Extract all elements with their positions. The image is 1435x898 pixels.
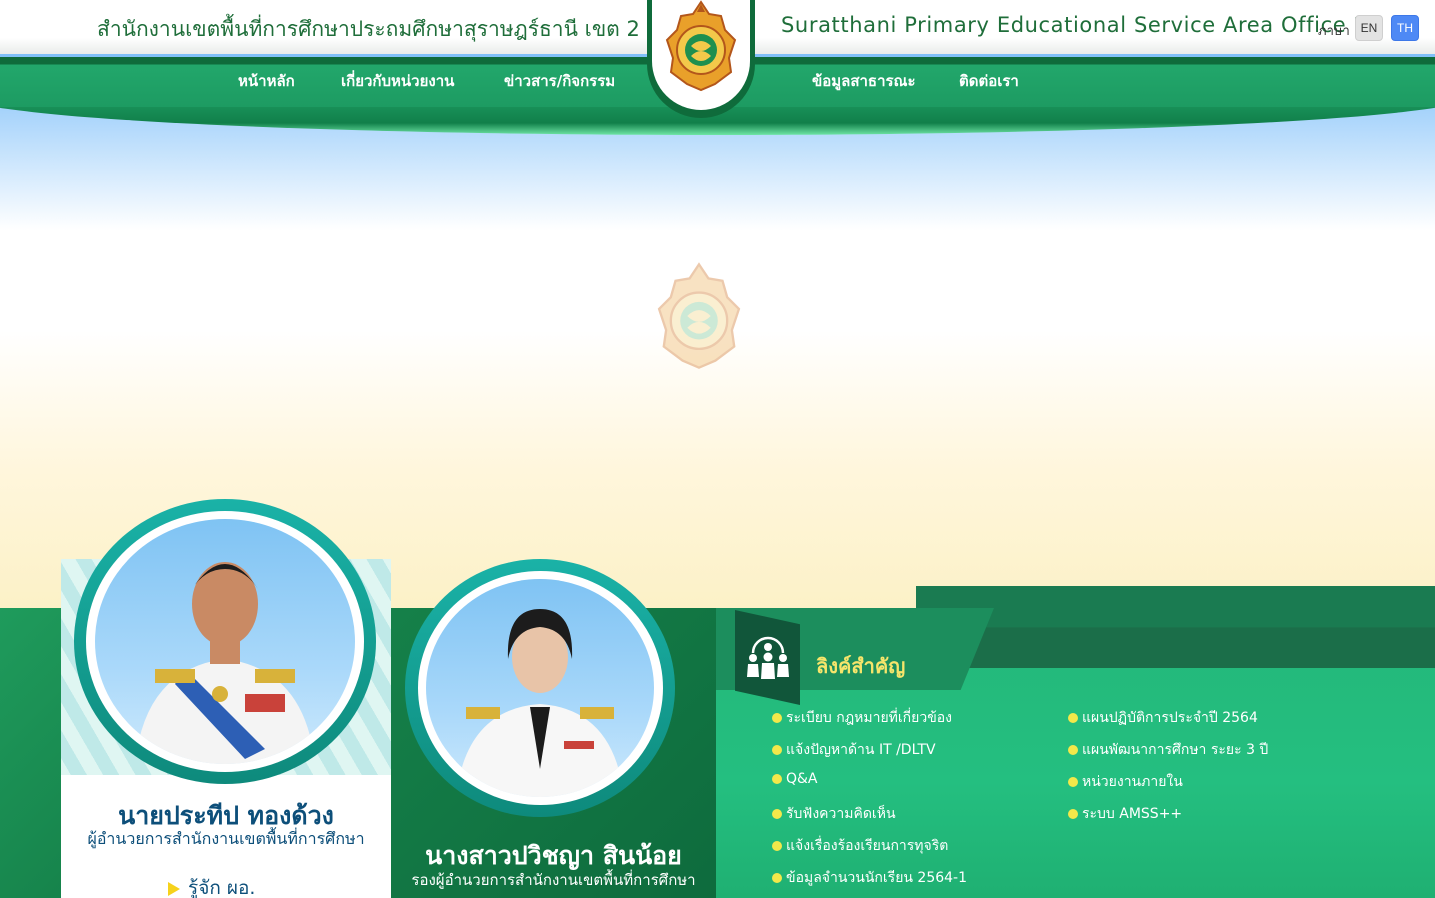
link-label: Q&A — [786, 771, 818, 787]
language-th-button[interactable]: TH — [1391, 15, 1419, 41]
know-director-label: รู้จัก ผอ. — [188, 877, 256, 898]
arrow-right-icon — [168, 881, 180, 896]
nav-item-home[interactable]: หน้าหลัก — [238, 69, 295, 93]
bullet-icon — [772, 713, 782, 723]
nav-item-public-info[interactable]: ข้อมูลสาธารณะ — [812, 69, 916, 93]
links-header-bar — [916, 586, 1435, 668]
link-education-plan[interactable]: แผนพัฒนาการศึกษา ระยะ 3 ปี — [1068, 739, 1268, 761]
link-amss[interactable]: ระบบ AMSS++ — [1068, 803, 1182, 825]
link-label: หน่วยงานภายใน — [1082, 774, 1183, 790]
language-en-button[interactable]: EN — [1355, 15, 1383, 41]
director-position: ผู้อำนวยการสำนักงานเขตพื้นที่การศึกษา — [87, 829, 365, 848]
deputy-position: รองผู้อำนวยการสำนักงานเขตพื้นที่การศึกษา — [411, 871, 696, 889]
bullet-icon — [1068, 809, 1078, 819]
people-group-icon — [746, 636, 789, 679]
link-label: แผนปฏิบัติการประจำปี 2564 — [1082, 710, 1258, 726]
bullet-icon — [772, 774, 782, 784]
link-label: รับฟังความคิดเห็น — [786, 806, 896, 822]
link-report-it-issue[interactable]: แจ้งปัญหาด้าน IT /DLTV — [772, 739, 936, 761]
bullet-icon — [772, 809, 782, 819]
bullet-icon — [1068, 777, 1078, 787]
site-logo[interactable] — [652, 0, 750, 110]
link-label: แจ้งปัญหาด้าน IT /DLTV — [786, 742, 936, 758]
link-student-data[interactable]: ข้อมูลจำนวนนักเรียน 2564-1 — [772, 867, 967, 889]
link-internal-units[interactable]: หน่วยงานภายใน — [1068, 771, 1183, 793]
language-label: ภาษา — [1318, 24, 1350, 39]
nav-item-news[interactable]: ข่าวสาร/กิจกรรม — [504, 69, 615, 93]
bullet-icon — [1068, 713, 1078, 723]
know-director-link[interactable]: รู้จัก ผอ. — [168, 873, 255, 898]
director-photo — [95, 519, 355, 764]
nav-item-contact[interactable]: ติดต่อเรา — [959, 69, 1019, 93]
bullet-icon — [772, 873, 782, 883]
link-corruption-complaint[interactable]: แจ้งเรื่องร้องเรียนการทุจริต — [772, 835, 948, 857]
bullet-icon — [772, 841, 782, 851]
links-title: ลิงค์สำคัญ — [816, 654, 906, 678]
link-feedback[interactable]: รับฟังความคิดเห็น — [772, 803, 896, 825]
link-regulations[interactable]: ระเบียบ กฎหมายที่เกี่ยวข้อง — [772, 707, 952, 729]
site-title-thai: สำนักงานเขตพื้นที่การศึกษาประถมศึกษาสุรา… — [97, 17, 640, 41]
person-portrait-icon — [135, 562, 315, 764]
hero-emblem-watermark — [657, 262, 741, 369]
link-qa[interactable]: Q&A — [772, 771, 818, 787]
bullet-icon — [1068, 745, 1078, 755]
links-icon-box — [735, 610, 800, 705]
link-label: แจ้งเรื่องร้องเรียนการทุจริต — [786, 838, 949, 854]
link-label: ระเบียบ กฎหมายที่เกี่ยวข้อง — [786, 710, 953, 726]
link-label: แผนพัฒนาการศึกษา ระยะ 3 ปี — [1082, 742, 1269, 758]
person-portrait-icon — [456, 609, 624, 797]
site-title-english: Suratthani Primary Educational Service A… — [781, 13, 1368, 37]
nav-item-about[interactable]: เกี่ยวกับหน่วยงาน — [341, 69, 454, 93]
deputy-photo — [426, 579, 654, 797]
link-action-plan[interactable]: แผนปฏิบัติการประจำปี 2564 — [1068, 707, 1258, 729]
link-label: ระบบ AMSS++ — [1082, 806, 1183, 822]
link-label: ข้อมูลจำนวนนักเรียน 2564-1 — [786, 870, 968, 886]
bullet-icon — [772, 745, 782, 755]
emblem-icon — [665, 0, 737, 92]
